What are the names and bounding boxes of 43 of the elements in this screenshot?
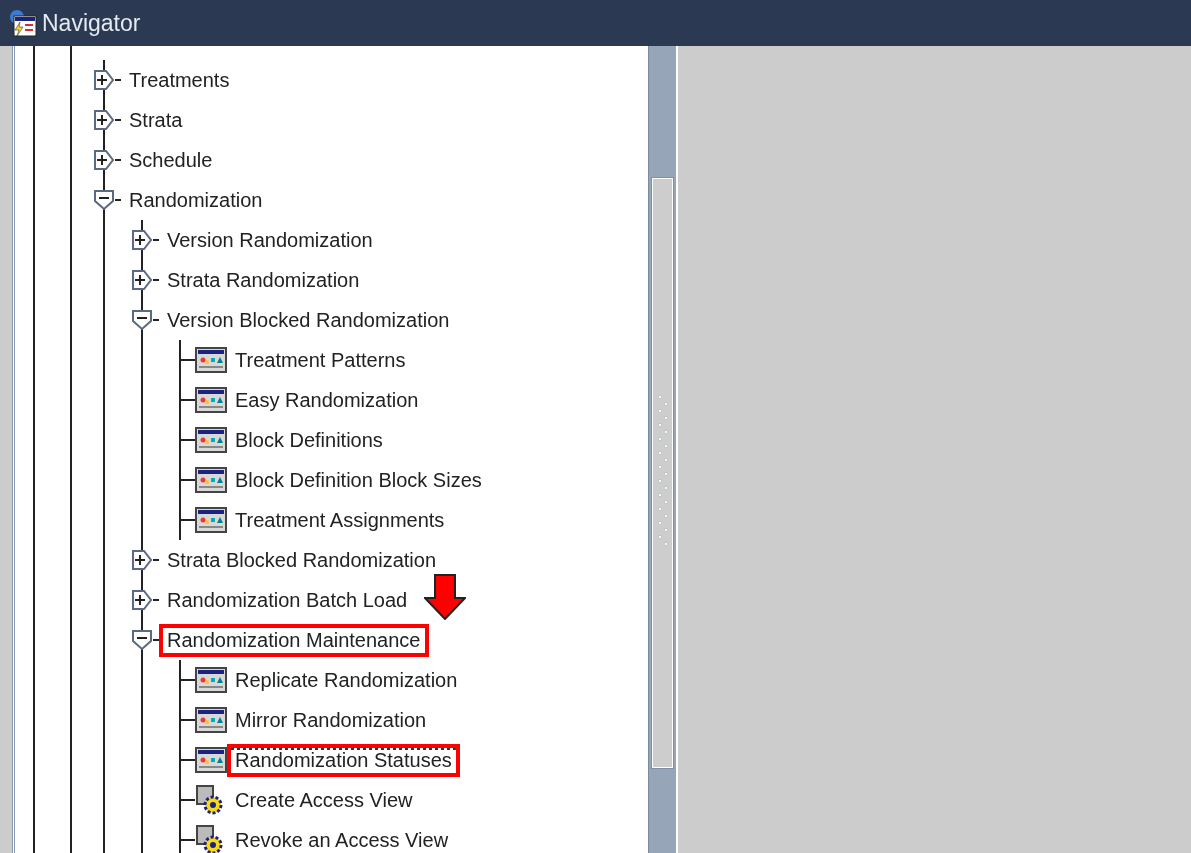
tree-item[interactable]: Block Definitions <box>227 423 391 457</box>
tree-item[interactable]: Create Access View <box>227 783 421 817</box>
scrollbar[interactable] <box>648 46 676 853</box>
tree-item[interactable]: Version Randomization <box>159 223 381 257</box>
window-title: Navigator <box>42 9 141 37</box>
callout-arrow <box>424 574 466 620</box>
tree-item[interactable]: Randomization Statuses <box>227 743 460 777</box>
tree-item[interactable]: Version Blocked Randomization <box>159 303 458 337</box>
expand-icon[interactable] <box>93 149 115 171</box>
expand-icon[interactable] <box>93 109 115 131</box>
form-icon <box>195 707 227 733</box>
tree-item[interactable]: Mirror Randomization <box>227 703 435 737</box>
expand-icon[interactable] <box>131 549 153 571</box>
collapse-icon[interactable] <box>131 629 153 651</box>
tree-item[interactable]: Strata Randomization <box>159 263 368 297</box>
tree-item[interactable]: Strata Blocked Randomization <box>159 543 445 577</box>
tree-item[interactable]: Revoke an Access View <box>227 823 457 853</box>
tree-item[interactable]: Schedule <box>121 143 221 177</box>
tree-item[interactable]: Strata <box>121 103 191 137</box>
tree-item[interactable]: Randomization Batch Load <box>159 583 416 617</box>
app-icon <box>8 8 38 38</box>
expand-icon[interactable] <box>131 589 153 611</box>
tree-item[interactable]: Easy Randomization <box>227 383 427 417</box>
scroll-thumb[interactable] <box>652 178 673 768</box>
tree-item[interactable]: Randomization <box>121 183 271 217</box>
tree-item[interactable]: Treatments <box>121 63 238 97</box>
form-icon <box>195 507 227 533</box>
form-icon <box>195 347 227 373</box>
form-icon <box>195 427 227 453</box>
expand-icon[interactable] <box>131 229 153 251</box>
expand-icon[interactable] <box>131 269 153 291</box>
tree-item[interactable]: Treatment Assignments <box>227 503 453 537</box>
collapse-icon[interactable] <box>93 189 115 211</box>
collapse-icon[interactable] <box>131 309 153 331</box>
tree-item[interactable]: Replicate Randomization <box>227 663 466 697</box>
form-icon <box>195 467 227 493</box>
form-icon <box>195 667 227 693</box>
form-icon <box>195 387 227 413</box>
tree-item[interactable]: Randomization Maintenance <box>159 623 429 657</box>
form-icon <box>195 747 227 773</box>
expand-icon[interactable] <box>93 69 115 91</box>
tree-item[interactable]: Block Definition Block Sizes <box>227 463 490 497</box>
tree-item[interactable]: Treatment Patterns <box>227 343 414 377</box>
